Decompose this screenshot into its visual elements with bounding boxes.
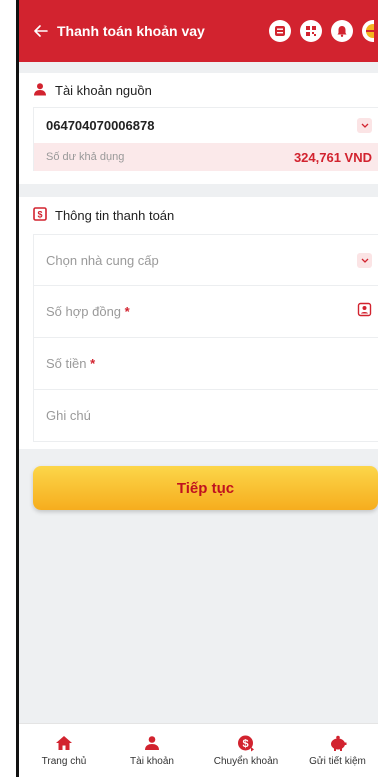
- svg-text:$: $: [242, 738, 248, 750]
- nav-label: Gửi tiết kiệm: [309, 756, 366, 767]
- chevron-down-icon[interactable]: [357, 252, 372, 268]
- source-account-title: Tài khoản nguồn: [55, 82, 152, 98]
- app-screen: Thanh toán khoản vay Tài khoản nguồn 064…: [19, 0, 378, 777]
- balance-label: Số dư khả dụng: [46, 151, 125, 163]
- qr-icon[interactable]: [300, 20, 322, 42]
- payment-info-card: $ Thông tin thanh toán Chọn nhà cung cấp…: [19, 197, 378, 449]
- page-title: Thanh toán khoản vay: [57, 23, 205, 39]
- nav-item-home[interactable]: Trang chủ: [19, 724, 109, 777]
- nav-label: Trang chủ: [41, 756, 87, 767]
- nav-item-savings[interactable]: Gửi tiết kiệm: [297, 724, 378, 777]
- user-icon: [33, 82, 47, 99]
- account-number: 064704070006878: [46, 118, 155, 133]
- nav-item-account[interactable]: Tài khoản: [109, 724, 195, 777]
- svg-text:$: $: [37, 210, 42, 220]
- balance-value: 324,761 VND: [293, 149, 372, 165]
- provider-placeholder: Chọn nhà cung cấp: [46, 252, 159, 268]
- notification-icon[interactable]: [331, 20, 353, 42]
- nav-label: Tài khoản: [130, 756, 174, 767]
- bottom-nav: Trang chủ Tài khoản $ Chuyển khoản Gửi t…: [19, 723, 378, 777]
- account-icon: [144, 734, 160, 752]
- amount-placeholder: Số tiền: [46, 356, 87, 371]
- savings-icon: [329, 734, 347, 752]
- continue-button[interactable]: Tiếp tục: [33, 466, 378, 510]
- note-field[interactable]: Ghi chú: [33, 390, 378, 442]
- contacts-icon[interactable]: [269, 20, 291, 42]
- note-placeholder: Ghi chú: [46, 408, 91, 423]
- contract-placeholder: Số hợp đồng: [46, 304, 122, 319]
- transfer-icon: $: [237, 734, 255, 752]
- contact-card-icon[interactable]: [357, 302, 372, 322]
- invoice-icon: $: [33, 207, 47, 224]
- chevron-down-icon[interactable]: [357, 118, 372, 133]
- amount-field[interactable]: Số tiền *: [33, 338, 378, 390]
- profile-icon[interactable]: [362, 20, 374, 42]
- nav-item-transfer[interactable]: $ Chuyển khoản: [195, 724, 297, 777]
- payment-info-title: Thông tin thanh toán: [55, 208, 175, 223]
- required-mark: *: [124, 304, 130, 319]
- contract-number-field[interactable]: Số hợp đồng *: [33, 286, 378, 338]
- app-header: Thanh toán khoản vay: [19, 0, 378, 62]
- home-icon: [55, 734, 73, 752]
- back-arrow-icon[interactable]: [19, 0, 53, 62]
- provider-select[interactable]: Chọn nhà cung cấp: [33, 234, 378, 286]
- nav-label: Chuyển khoản: [213, 756, 279, 767]
- left-edge: [0, 0, 19, 777]
- source-account-card: Tài khoản nguồn 064704070006878 Số dư kh…: [19, 73, 378, 184]
- required-mark: *: [90, 356, 96, 371]
- balance-row: Số dư khả dụng 324,761 VND: [33, 143, 378, 171]
- account-selector[interactable]: 064704070006878: [33, 107, 378, 143]
